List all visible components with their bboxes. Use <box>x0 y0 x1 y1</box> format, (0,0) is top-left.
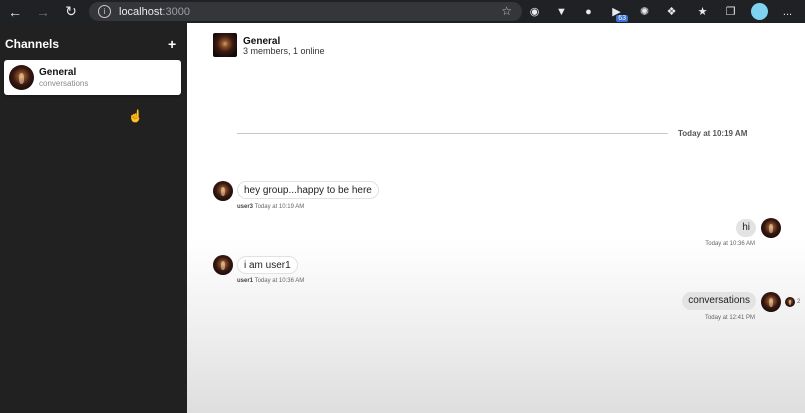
message-meta: user1 Today at 10:36 AM <box>237 278 304 284</box>
channel-subtitle: conversations <box>39 79 89 88</box>
message-time: Today at 12:41 PM <box>704 315 755 321</box>
profile-avatar[interactable] <box>751 3 768 20</box>
message-time: Today at 10:19 AM <box>254 204 305 210</box>
extensions-puzzle-icon[interactable]: ❖ <box>663 3 680 20</box>
message-bubble: i am user1 <box>237 256 298 274</box>
bookmark-star-icon[interactable]: ☆ <box>501 4 512 18</box>
message-meta: user3 Today at 10:19 AM <box>237 204 304 210</box>
forward-icon[interactable]: → <box>29 0 57 23</box>
read-receipt-avatar <box>785 297 795 307</box>
channel-status: 3 members, 1 online <box>243 46 325 56</box>
chat-header: General 3 members, 1 online <box>187 23 805 67</box>
message-list[interactable]: Today at 10:19 AM hey group...happy to b… <box>187 67 805 413</box>
date-divider-label: Today at 10:19 AM <box>678 129 748 138</box>
message-bubble: hey group...happy to be here <box>237 181 379 199</box>
extension-badge: 63 <box>616 15 628 22</box>
date-divider-line <box>237 133 668 134</box>
reload-icon[interactable]: ↻ <box>57 0 85 23</box>
menu-icon[interactable]: ... <box>779 3 796 20</box>
url-host: localhost <box>119 5 163 18</box>
channels-sidebar: Channels + General conversations ☝ <box>0 23 187 413</box>
read-receipt-count: 2 <box>797 299 801 305</box>
back-icon[interactable]: ← <box>1 0 29 23</box>
site-info-icon[interactable]: i <box>98 5 111 18</box>
message-bubble: hi <box>736 219 756 237</box>
browser-toolbar: ← → ↻ i localhost:3000 ☆ ◉ ▼ ● ▶ 63 ✺ ❖ ★… <box>0 0 805 23</box>
extension-icon[interactable]: ✺ <box>636 3 653 20</box>
favorites-icon[interactable]: ★ <box>694 3 711 20</box>
add-channel-button[interactable]: + <box>168 37 176 51</box>
message-time: Today at 10:36 AM <box>705 241 755 247</box>
user-avatar <box>213 255 233 275</box>
address-bar[interactable]: i localhost:3000 ☆ <box>89 2 522 21</box>
extension-icon[interactable]: ◉ <box>526 3 543 20</box>
channel-avatar <box>213 33 237 57</box>
channel-name: General <box>39 67 77 78</box>
user-avatar <box>213 181 233 201</box>
sidebar-title: Channels <box>5 37 60 51</box>
message-user: user1 <box>237 278 254 284</box>
channel-avatar <box>9 65 34 90</box>
mouse-cursor-icon: ☝ <box>128 109 143 123</box>
message-user: user3 <box>237 204 254 210</box>
user-avatar <box>761 292 781 312</box>
user-avatar <box>761 218 781 238</box>
message-bubble: conversations <box>682 292 756 310</box>
extension-icon[interactable]: ▼ <box>553 3 570 20</box>
url-port: :3000 <box>162 5 190 18</box>
message-time: Today at 10:36 AM <box>254 278 305 284</box>
extension-icon[interactable]: ● <box>580 3 597 20</box>
channel-item-general[interactable]: General conversations <box>4 60 181 95</box>
collections-icon[interactable]: ❐ <box>722 3 739 20</box>
extension-badge-icon[interactable]: ▶ 63 <box>608 3 628 22</box>
